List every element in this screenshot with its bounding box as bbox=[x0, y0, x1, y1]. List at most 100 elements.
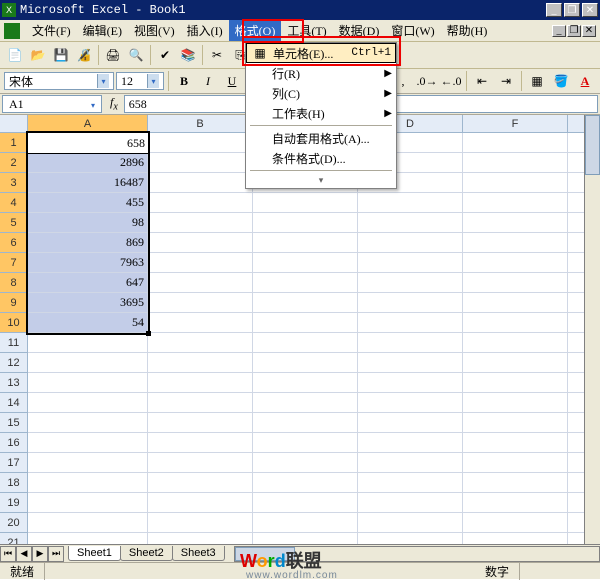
cell[interactable] bbox=[148, 253, 253, 273]
decrease-decimal-icon[interactable]: ←.0 bbox=[440, 70, 462, 92]
cell[interactable] bbox=[463, 453, 568, 473]
cell[interactable] bbox=[253, 453, 358, 473]
menu-data[interactable]: 数据(D) bbox=[333, 20, 386, 41]
doc-minimize[interactable]: _ bbox=[552, 25, 566, 37]
cell[interactable] bbox=[463, 473, 568, 493]
row-header[interactable]: 18 bbox=[0, 473, 28, 493]
permission-icon[interactable]: 🔏 bbox=[73, 44, 95, 66]
close-button[interactable]: ✕ bbox=[582, 3, 598, 17]
cell[interactable] bbox=[148, 193, 253, 213]
cell[interactable] bbox=[28, 433, 148, 453]
select-all-corner[interactable] bbox=[0, 115, 28, 133]
cell[interactable] bbox=[253, 493, 358, 513]
save-icon[interactable]: 💾 bbox=[50, 44, 72, 66]
row-header[interactable]: 6 bbox=[0, 233, 28, 253]
row-header[interactable]: 16 bbox=[0, 433, 28, 453]
tab-sheet1[interactable]: Sheet1 bbox=[68, 546, 121, 561]
cell[interactable] bbox=[463, 433, 568, 453]
cell[interactable] bbox=[463, 393, 568, 413]
fontsize-combo[interactable]: 12 bbox=[116, 72, 164, 90]
tab-last-icon[interactable]: ⏭ bbox=[48, 546, 64, 562]
cell[interactable] bbox=[358, 373, 463, 393]
row-header[interactable]: 2 bbox=[0, 153, 28, 173]
maximize-button[interactable]: ❐ bbox=[564, 3, 580, 17]
cell[interactable] bbox=[358, 333, 463, 353]
cell[interactable] bbox=[148, 393, 253, 413]
cell[interactable] bbox=[253, 393, 358, 413]
cell[interactable] bbox=[463, 373, 568, 393]
decrease-indent-icon[interactable]: ⇤ bbox=[471, 70, 493, 92]
row-header[interactable]: 8 bbox=[0, 273, 28, 293]
cell[interactable] bbox=[253, 333, 358, 353]
italic-button[interactable]: I bbox=[197, 70, 219, 92]
cell[interactable] bbox=[253, 313, 358, 333]
cell[interactable]: 16487 bbox=[28, 173, 148, 193]
vertical-scrollbar[interactable] bbox=[584, 115, 600, 567]
row-header[interactable]: 13 bbox=[0, 373, 28, 393]
research-icon[interactable]: 📚 bbox=[177, 44, 199, 66]
cell[interactable] bbox=[253, 433, 358, 453]
cell[interactable]: 647 bbox=[28, 273, 148, 293]
cell[interactable] bbox=[463, 133, 568, 153]
cell[interactable] bbox=[148, 213, 253, 233]
cell[interactable] bbox=[253, 293, 358, 313]
col-header-f[interactable]: F bbox=[463, 115, 568, 133]
menu-item-conditional[interactable]: 条件格式(D)... bbox=[246, 148, 396, 168]
cell[interactable]: 2896 bbox=[28, 153, 148, 173]
preview-icon[interactable]: 🔍 bbox=[125, 44, 147, 66]
menu-view[interactable]: 视图(V) bbox=[128, 20, 181, 41]
cell[interactable]: 7963 bbox=[28, 253, 148, 273]
tab-prev-icon[interactable]: ◀ bbox=[16, 546, 32, 562]
spellcheck-icon[interactable]: ✔ bbox=[154, 44, 176, 66]
cell[interactable] bbox=[358, 433, 463, 453]
cell[interactable] bbox=[253, 193, 358, 213]
cell[interactable] bbox=[28, 473, 148, 493]
cell[interactable] bbox=[148, 333, 253, 353]
cell[interactable] bbox=[148, 453, 253, 473]
cell[interactable]: 98 bbox=[28, 213, 148, 233]
cell[interactable] bbox=[463, 313, 568, 333]
row-header[interactable]: 3 bbox=[0, 173, 28, 193]
cell[interactable] bbox=[463, 253, 568, 273]
menu-item-cells[interactable]: ▦ 单元格(E)... Ctrl+1 bbox=[246, 43, 396, 63]
menu-tools[interactable]: 工具(T) bbox=[281, 20, 332, 41]
cell[interactable] bbox=[28, 493, 148, 513]
cut-icon[interactable]: ✂ bbox=[206, 44, 228, 66]
cell[interactable] bbox=[358, 513, 463, 533]
cell[interactable] bbox=[463, 353, 568, 373]
cell[interactable] bbox=[253, 233, 358, 253]
cell[interactable] bbox=[148, 133, 253, 153]
cell[interactable] bbox=[253, 253, 358, 273]
cell[interactable] bbox=[253, 473, 358, 493]
tab-sheet3[interactable]: Sheet3 bbox=[172, 546, 225, 561]
cell[interactable] bbox=[358, 353, 463, 373]
cell[interactable] bbox=[253, 273, 358, 293]
cell[interactable] bbox=[148, 313, 253, 333]
row-header[interactable]: 19 bbox=[0, 493, 28, 513]
increase-decimal-icon[interactable]: .0→ bbox=[416, 70, 438, 92]
menu-help[interactable]: 帮助(H) bbox=[441, 20, 494, 41]
cell[interactable] bbox=[148, 173, 253, 193]
cell[interactable] bbox=[148, 273, 253, 293]
doc-restore[interactable]: ❐ bbox=[567, 25, 581, 37]
menu-format[interactable]: 格式(O) bbox=[229, 20, 282, 41]
row-header[interactable]: 4 bbox=[0, 193, 28, 213]
cell[interactable] bbox=[463, 213, 568, 233]
cell[interactable] bbox=[253, 353, 358, 373]
row-header[interactable]: 5 bbox=[0, 213, 28, 233]
row-header[interactable]: 14 bbox=[0, 393, 28, 413]
cell[interactable] bbox=[358, 293, 463, 313]
cell[interactable] bbox=[148, 513, 253, 533]
cell[interactable] bbox=[28, 453, 148, 473]
fx-icon[interactable]: fx bbox=[104, 95, 124, 112]
menu-file[interactable]: 文件(F) bbox=[26, 20, 77, 41]
cell[interactable] bbox=[148, 153, 253, 173]
row-header[interactable]: 17 bbox=[0, 453, 28, 473]
cell[interactable] bbox=[463, 193, 568, 213]
cell[interactable] bbox=[148, 373, 253, 393]
cell[interactable] bbox=[148, 413, 253, 433]
col-header-a[interactable]: A bbox=[28, 115, 148, 133]
cell[interactable] bbox=[358, 493, 463, 513]
menu-item-autoformat[interactable]: 自动套用格式(A)... bbox=[246, 128, 396, 148]
row-header[interactable]: 11 bbox=[0, 333, 28, 353]
